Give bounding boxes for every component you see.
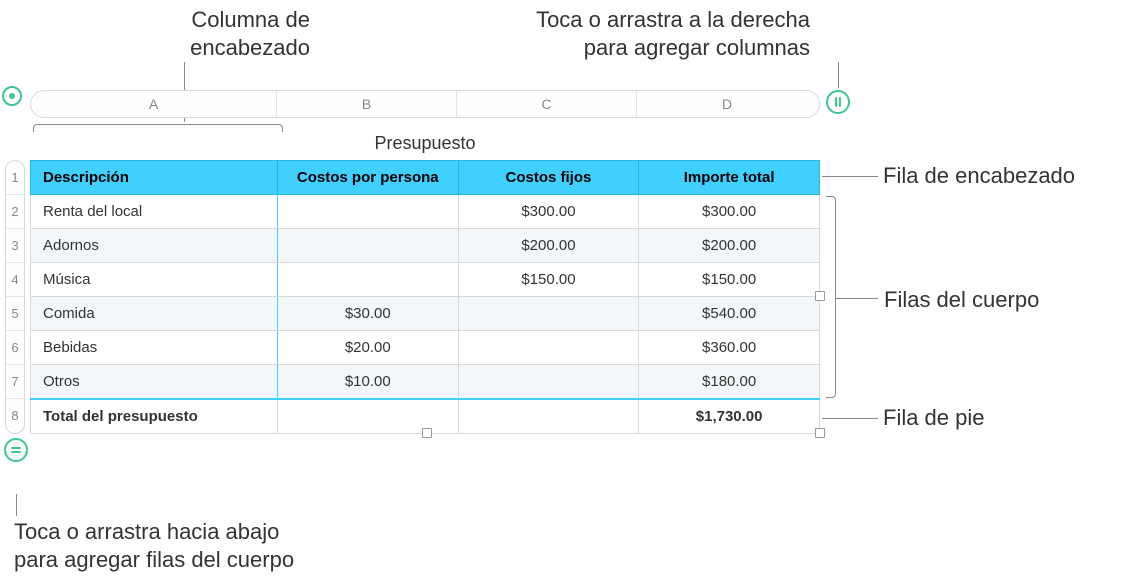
selection-handle[interactable] xyxy=(422,428,432,438)
col-header-b[interactable]: B xyxy=(277,91,457,117)
callout-header-column: Columna de encabezado xyxy=(60,6,310,61)
cell-total[interactable]: $180.00 xyxy=(639,365,820,400)
table-row[interactable]: Comida $30.00 $540.00 xyxy=(31,297,820,331)
callout-add-rows: Toca o arrastra hacia abajo para agregar… xyxy=(14,518,294,573)
col-header-c[interactable]: C xyxy=(457,91,637,117)
row-header-8[interactable]: 8 xyxy=(6,399,24,433)
callout-bracket xyxy=(826,196,836,398)
column-headers-strip[interactable]: A B C D xyxy=(30,90,820,118)
row-header-2[interactable]: 2 xyxy=(6,195,24,229)
col-header-a[interactable]: A xyxy=(31,91,277,117)
cell-fixed[interactable]: $200.00 xyxy=(458,229,639,263)
callout-add-columns: Toca o arrastra a la derecha para agrega… xyxy=(430,6,810,61)
cell-total[interactable]: $360.00 xyxy=(639,331,820,365)
cell-fixed[interactable]: $150.00 xyxy=(458,263,639,297)
cell-per-person[interactable] xyxy=(277,229,458,263)
cell-fixed[interactable]: $300.00 xyxy=(458,195,639,229)
table-select-handle[interactable] xyxy=(2,86,22,106)
callout-line xyxy=(822,176,878,177)
callout-line xyxy=(838,62,839,88)
cell-per-person[interactable]: $10.00 xyxy=(277,365,458,400)
add-column-handle[interactable] xyxy=(826,90,850,114)
callout-line xyxy=(16,494,17,516)
cell-footer-fixed[interactable] xyxy=(458,399,639,434)
table-row[interactable]: Otros $10.00 $180.00 xyxy=(31,365,820,400)
cell-desc[interactable]: Comida xyxy=(31,297,278,331)
cell-footer-total[interactable]: $1,730.00 xyxy=(639,399,820,434)
callout-header-row: Fila de encabezado xyxy=(883,162,1075,190)
cell-fixed[interactable] xyxy=(458,331,639,365)
cell-fixed[interactable] xyxy=(458,365,639,400)
cell-per-person[interactable]: $30.00 xyxy=(277,297,458,331)
th-per-person[interactable]: Costos por persona xyxy=(277,161,458,195)
callout-line xyxy=(822,418,878,419)
table-title: Presupuesto xyxy=(30,128,820,158)
cell-per-person[interactable] xyxy=(277,263,458,297)
row-header-3[interactable]: 3 xyxy=(6,229,24,263)
th-fixed[interactable]: Costos fijos xyxy=(458,161,639,195)
cell-per-person[interactable] xyxy=(277,195,458,229)
th-total[interactable]: Importe total xyxy=(639,161,820,195)
cell-fixed[interactable] xyxy=(458,297,639,331)
row-header-1[interactable]: 1 xyxy=(6,161,24,195)
row-header-4[interactable]: 4 xyxy=(6,263,24,297)
table-row[interactable]: Adornos $200.00 $200.00 xyxy=(31,229,820,263)
cell-footer-desc[interactable]: Total del presupuesto xyxy=(31,399,278,434)
row-header-6[interactable]: 6 xyxy=(6,331,24,365)
callout-footer-row: Fila de pie xyxy=(883,404,985,432)
cell-desc[interactable]: Renta del local xyxy=(31,195,278,229)
cell-desc[interactable]: Bebidas xyxy=(31,331,278,365)
add-row-handle[interactable] xyxy=(4,438,28,462)
budget-table[interactable]: Descripción Costos por persona Costos fi… xyxy=(30,160,820,434)
col-header-d[interactable]: D xyxy=(637,91,817,117)
table-header-row[interactable]: Descripción Costos por persona Costos fi… xyxy=(31,161,820,195)
cell-total[interactable]: $200.00 xyxy=(639,229,820,263)
callout-line xyxy=(836,298,878,299)
cell-desc[interactable]: Música xyxy=(31,263,278,297)
table-row[interactable]: Bebidas $20.00 $360.00 xyxy=(31,331,820,365)
cell-total[interactable]: $300.00 xyxy=(639,195,820,229)
cell-total[interactable]: $150.00 xyxy=(639,263,820,297)
table-row[interactable]: Renta del local $300.00 $300.00 xyxy=(31,195,820,229)
callout-body-rows: Filas del cuerpo xyxy=(884,286,1039,314)
cell-total[interactable]: $540.00 xyxy=(639,297,820,331)
selection-handle[interactable] xyxy=(815,428,825,438)
row-headers-strip[interactable]: 1 2 3 4 5 6 7 8 xyxy=(5,160,25,434)
row-header-5[interactable]: 5 xyxy=(6,297,24,331)
table-row[interactable]: Música $150.00 $150.00 xyxy=(31,263,820,297)
cell-per-person[interactable]: $20.00 xyxy=(277,331,458,365)
th-desc[interactable]: Descripción xyxy=(31,161,278,195)
row-header-7[interactable]: 7 xyxy=(6,365,24,399)
selection-handle[interactable] xyxy=(815,291,825,301)
cell-desc[interactable]: Otros xyxy=(31,365,278,400)
cell-desc[interactable]: Adornos xyxy=(31,229,278,263)
